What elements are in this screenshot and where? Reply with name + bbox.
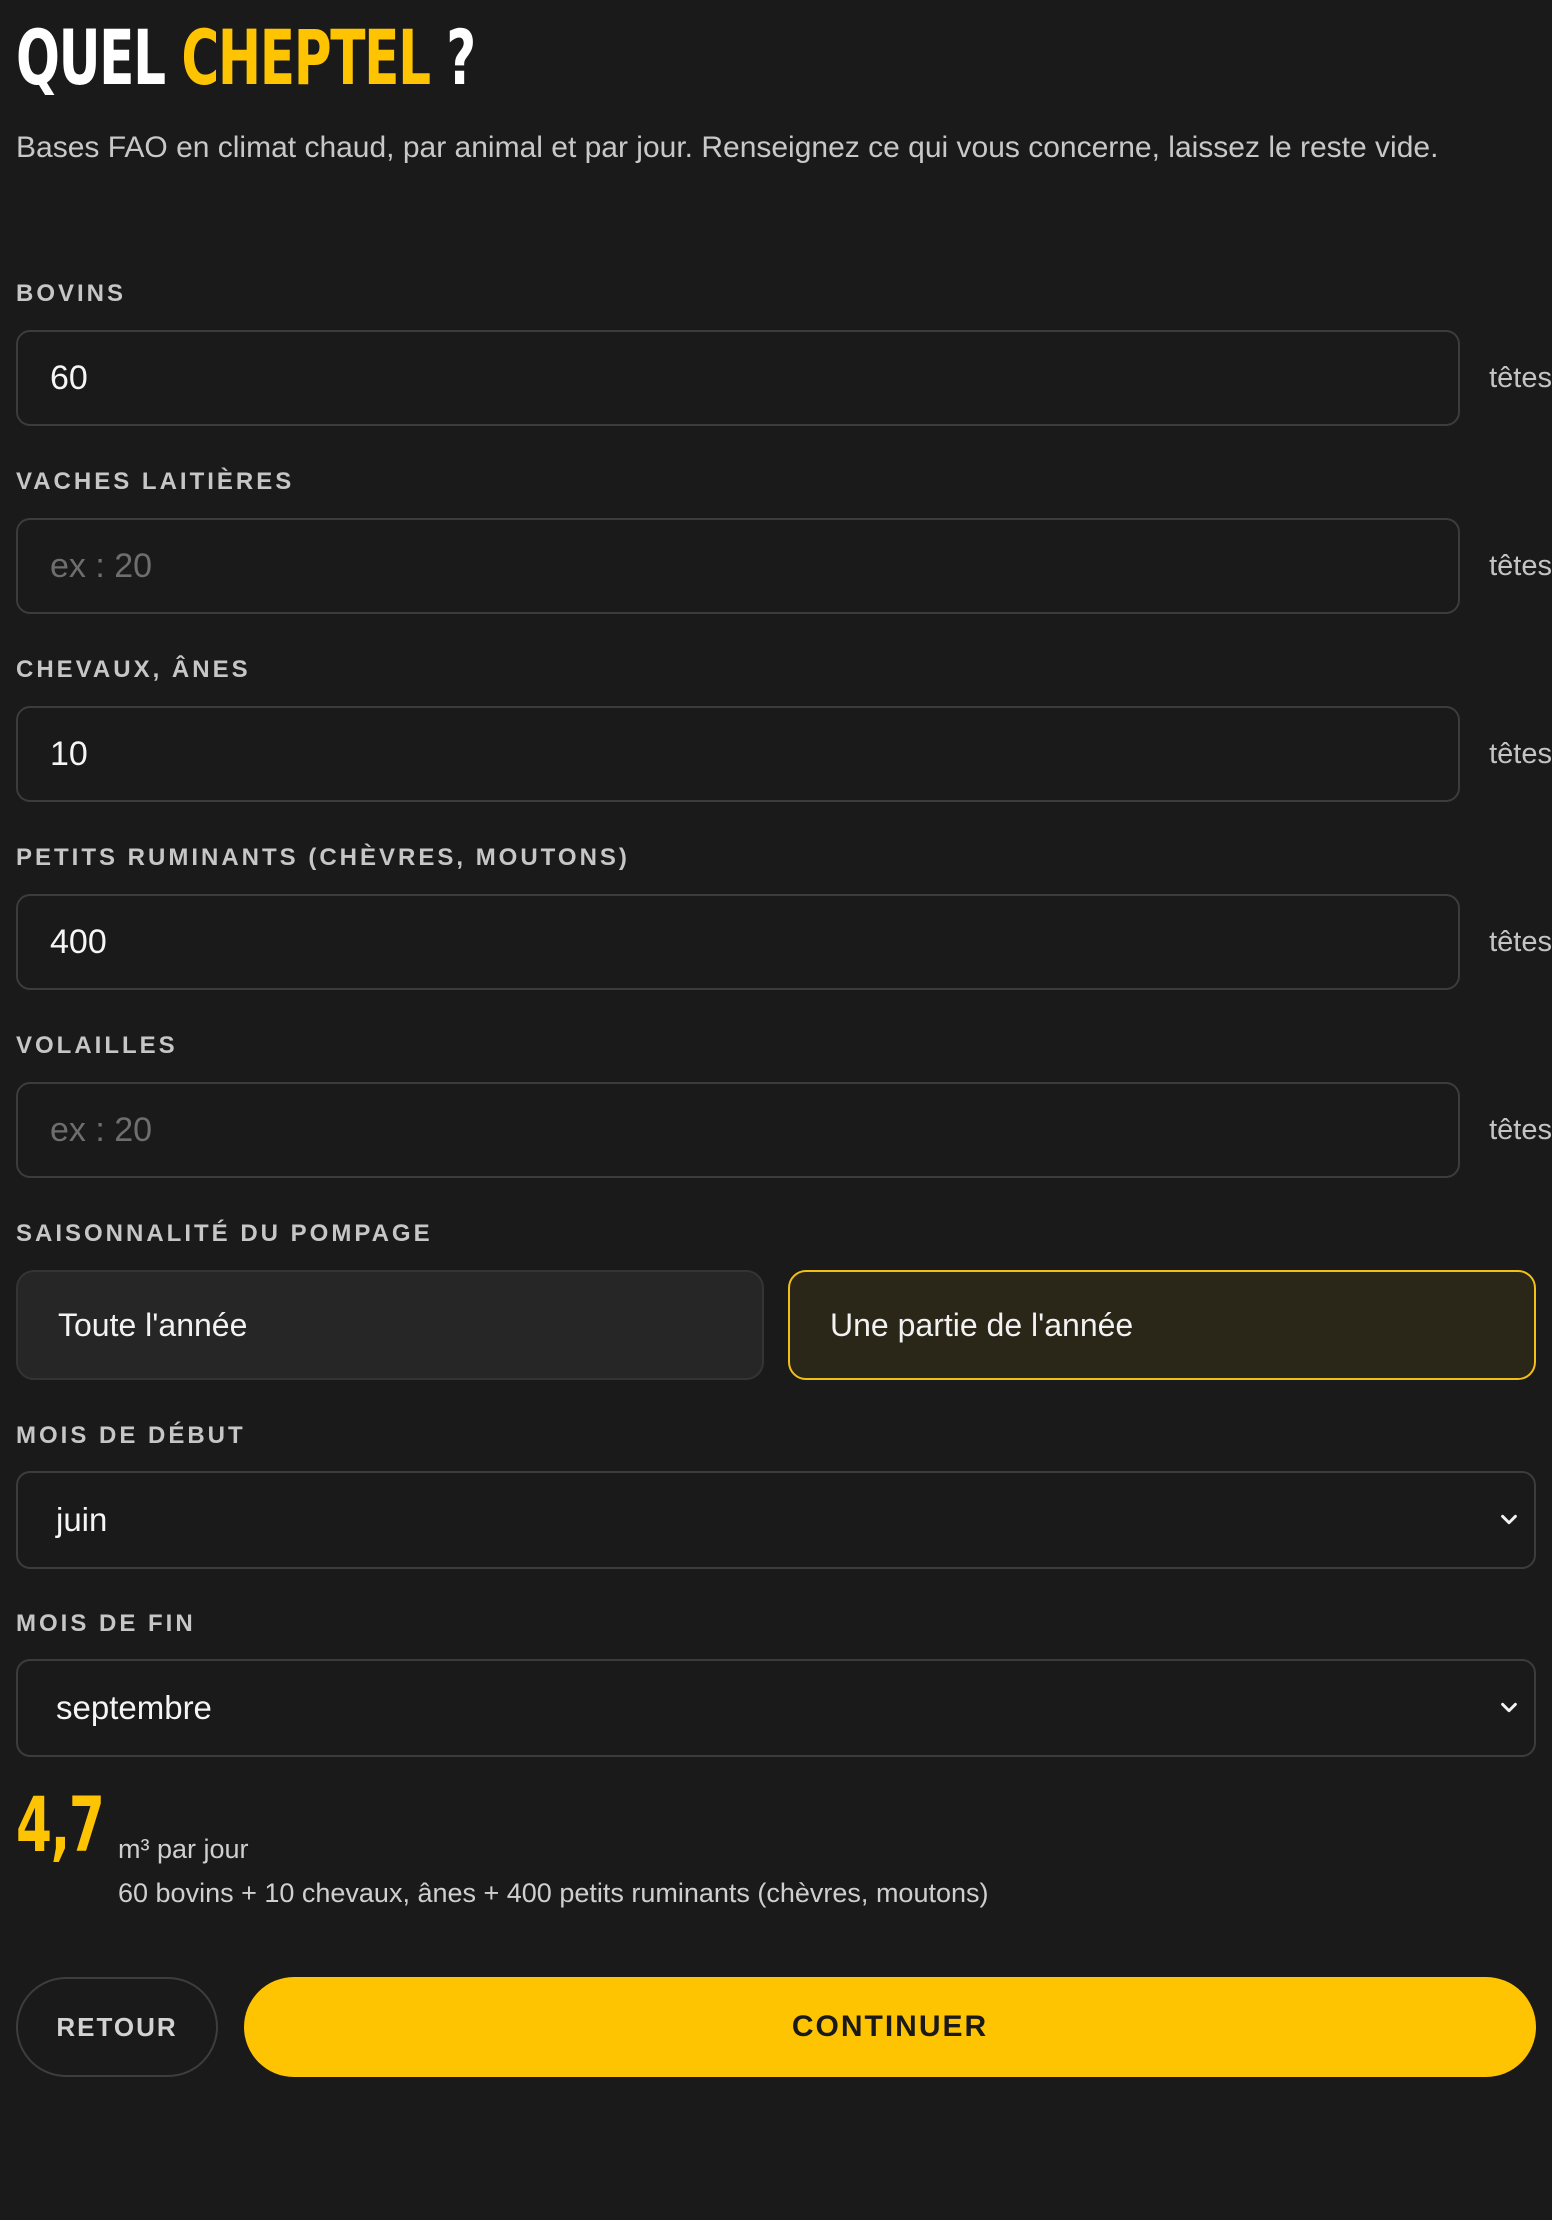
end-month-label: MOIS DE FIN [16,1610,196,1637]
season-option-toute-annee[interactable]: Toute l'année [16,1270,764,1380]
start-month-select[interactable]: juin [16,1471,1536,1569]
page-title: QUEL CHEPTEL ? [16,18,476,98]
volailles-unit: têtes [1489,1114,1552,1146]
chevron-down-icon [1501,1514,1517,1525]
title-accent: CHEPTEL [181,13,431,102]
result-unit: m³ par jour [118,1834,249,1864]
bovins-label: BOVINS [16,280,127,307]
title-part1: QUEL [16,13,182,102]
chevron-down-icon [1501,1702,1517,1713]
season-option-partie-annee[interactable]: Une partie de l'année [788,1270,1536,1380]
chevaux-input[interactable] [16,706,1460,802]
vaches-laitieres-input[interactable] [16,518,1460,614]
volailles-input[interactable] [16,1082,1460,1178]
result-detail: 60 bovins + 10 chevaux, ânes + 400 petit… [118,1878,989,1908]
vaches-laitieres-label: VACHES LAITIÈRES [16,468,295,495]
end-month-value: septembre [56,1689,212,1726]
bovins-input[interactable] [16,330,1460,426]
petits-ruminants-label: PETITS RUMINANTS (CHÈVRES, MOUTONS) [16,844,630,871]
chevaux-unit: têtes [1489,738,1552,770]
result-value: 4,7 [16,1780,105,1869]
end-month-select[interactable]: septembre [16,1659,1536,1757]
continue-button[interactable]: CONTINUER [244,1977,1536,2077]
saisonnalite-label: SAISONNALITÉ DU POMPAGE [16,1220,433,1247]
start-month-value: juin [56,1501,108,1538]
title-part2: ? [429,13,476,102]
back-button[interactable]: RETOUR [16,1977,218,2077]
petits-ruminants-input[interactable] [16,894,1460,990]
vaches-laitieres-unit: têtes [1489,550,1552,582]
start-month-label: MOIS DE DÉBUT [16,1422,246,1449]
volailles-label: VOLAILLES [16,1032,178,1059]
intro-text: Bases FAO en climat chaud, par animal et… [16,131,1439,164]
chevaux-label: CHEVAUX, ÂNES [16,656,251,683]
petits-ruminants-unit: têtes [1489,926,1552,958]
bovins-unit: têtes [1489,362,1552,394]
